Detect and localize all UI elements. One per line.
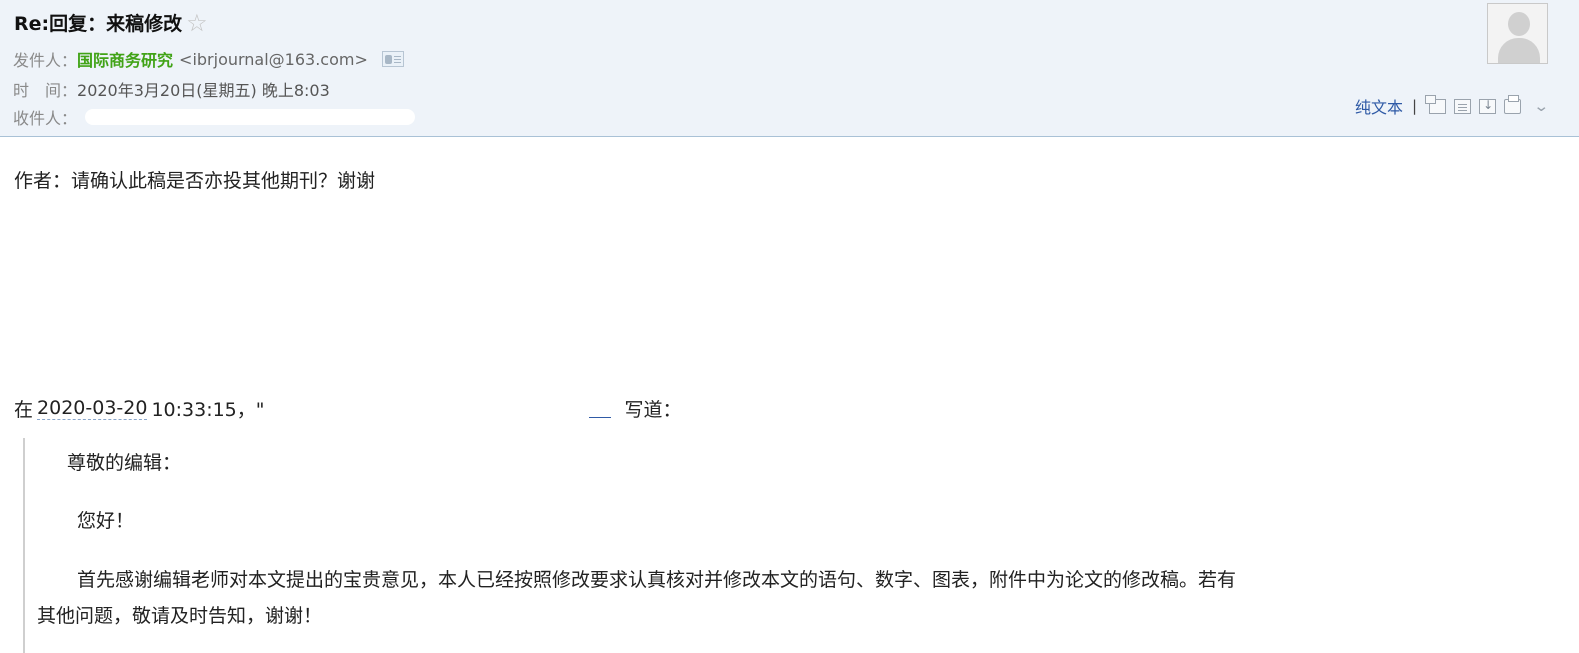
star-icon[interactable]: ☆ — [186, 11, 208, 35]
reply-text: 作者：请确认此稿是否亦投其他期刊？谢谢 — [14, 170, 376, 192]
mail-header: Re:回复：来稿修改 ☆ 发件人： 国际商务研究 <ibrjournal@163… — [0, 0, 1579, 137]
mail-toolbar: 纯文本 | ⌄ — [1355, 94, 1550, 118]
quote-prefix: 在 — [14, 399, 34, 421]
quoted-hello: 您好！ — [77, 510, 135, 532]
recipient-label: 收件人： — [13, 109, 78, 128]
quoted-message: 尊敬的编辑： 您好！ 首先感谢编辑老师对本文提出的宝贵意见，本人已经按照修改要求… — [23, 438, 1563, 653]
sender-name[interactable]: 国际商务研究 — [77, 47, 173, 71]
sender-email[interactable]: <ibrjournal@163.com> — [179, 50, 368, 69]
quote-time: 10:33:15，" — [151, 399, 265, 421]
download-icon[interactable] — [1479, 98, 1497, 114]
toolbar-separator: | — [1412, 97, 1418, 115]
print-icon[interactable] — [1504, 94, 1522, 114]
chevron-down-icon[interactable]: ⌄ — [1533, 98, 1549, 114]
quote-sender-redacted — [270, 398, 619, 419]
contact-card-icon[interactable] — [381, 51, 404, 67]
recipient-redacted — [85, 109, 416, 125]
subject-text: Re:回复：来稿修改 — [14, 13, 183, 35]
sender-row: 发件人： 国际商务研究 <ibrjournal@163.com> — [13, 47, 404, 71]
sender-label: 发件人： — [13, 51, 78, 70]
view-source-icon[interactable] — [1454, 98, 1472, 114]
quoted-paragraph-line1: 首先感谢编辑老师对本文提出的宝贵意见，本人已经按照修改要求认真核对并修改本文的语… — [77, 569, 1237, 591]
mail-subject: Re:回复：来稿修改 ☆ — [14, 9, 208, 36]
recipient-row: 收件人： — [13, 105, 416, 129]
quoted-paragraph-line2: 其他问题，敬请及时告知，谢谢！ — [37, 605, 323, 627]
avatar-icon — [1487, 3, 1548, 64]
time-label: 时 间： — [13, 81, 78, 100]
time-row: 时 间： 2020年3月20日(星期五) 晚上8:03 — [13, 77, 330, 101]
new-window-icon[interactable] — [1425, 94, 1447, 114]
time-value: 2020年3月20日(星期五) 晚上8:03 — [77, 81, 330, 100]
quote-suffix: 写道： — [624, 399, 682, 421]
quote-header: 在 2020-03-20 10:33:15，" 写道： — [14, 395, 682, 422]
quoted-greeting: 尊敬的编辑： — [67, 452, 182, 474]
plain-text-link[interactable]: 纯文本 — [1355, 94, 1403, 118]
quote-date[interactable]: 2020-03-20 — [37, 397, 148, 420]
